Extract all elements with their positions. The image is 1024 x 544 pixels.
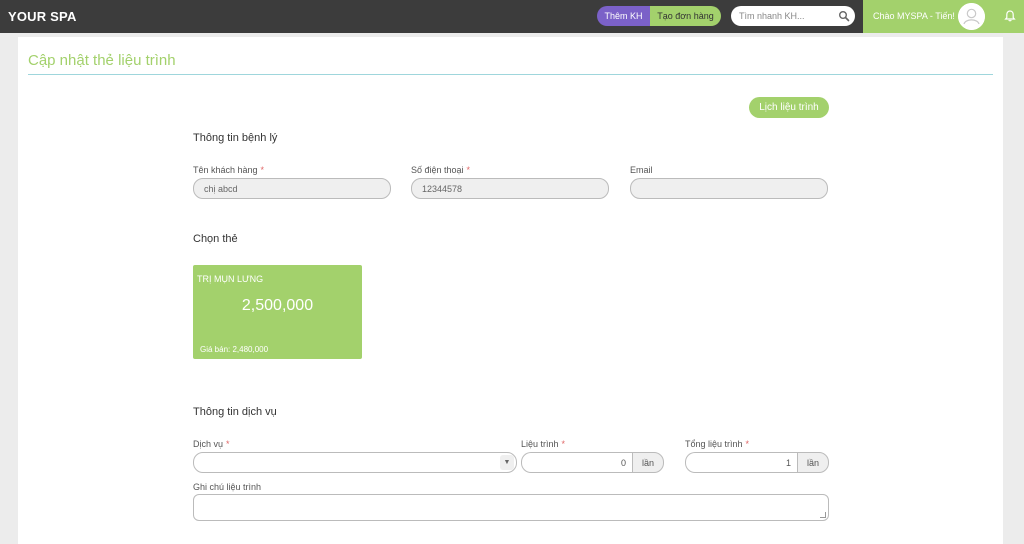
user-menu[interactable]: Chào MYSPA - Tiến! — [863, 0, 1024, 33]
required-mark: * — [745, 439, 750, 449]
email-label: Email — [630, 165, 653, 175]
page-title: Cập nhật thẻ liệu trình — [28, 52, 176, 69]
total-sessions-input-group: 1 lần — [685, 452, 829, 473]
main-panel: Cập nhật thẻ liệu trình Lịch liệu trình … — [18, 37, 1003, 544]
therapy-card[interactable]: TRỊ MỤN LƯNG 2,500,000 Giá bán: 2,480,00… — [193, 265, 362, 359]
therapy-card-sale-price: Giá bán: 2,480,000 — [200, 345, 269, 354]
sessions-unit: lần — [632, 452, 664, 473]
caret-down-icon[interactable]: ▼ — [500, 455, 514, 470]
service-label: Dịch vụ * — [193, 439, 230, 449]
customer-name-field[interactable]: chị abcd — [193, 178, 391, 199]
title-divider — [28, 74, 993, 75]
therapy-card-price: 2,500,000 — [241, 297, 314, 314]
total-sessions-input[interactable]: 1 — [685, 452, 797, 473]
phone-field[interactable]: 12344578 — [411, 178, 609, 199]
treatment-history-button[interactable]: Lịch liệu trình — [749, 97, 829, 118]
search-icon[interactable] — [838, 10, 850, 22]
patient-info-heading: Thông tin bệnh lý — [193, 132, 278, 144]
add-customer-button[interactable]: Thêm KH — [597, 6, 650, 26]
create-order-button[interactable]: Tạo đơn hàng — [650, 6, 721, 26]
sessions-input-group: 0 lần — [521, 452, 664, 473]
phone-value: 12344578 — [422, 183, 463, 194]
note-textarea[interactable] — [193, 494, 829, 521]
bell-icon[interactable] — [1003, 9, 1017, 23]
customer-name-label: Tên khách hàng * — [193, 165, 265, 175]
sessions-input[interactable]: 0 — [521, 452, 632, 473]
quick-search — [731, 6, 855, 26]
phone-label: Số điện thoại * — [411, 165, 471, 175]
card-select-heading: Chọn thẻ — [193, 233, 238, 245]
sessions-label: Liệu trình * — [521, 439, 566, 449]
required-mark: * — [466, 165, 471, 175]
total-sessions-label: Tổng liệu trình * — [685, 439, 750, 449]
brand-logo[interactable]: YOUR SPA — [8, 9, 77, 24]
user-avatar-icon[interactable] — [958, 3, 985, 30]
resize-handle-icon[interactable] — [820, 512, 826, 518]
service-info-heading: Thông tin dịch vụ — [193, 406, 277, 418]
email-field[interactable] — [630, 178, 828, 199]
service-select[interactable]: ▼ — [193, 452, 517, 473]
required-mark: * — [226, 439, 230, 449]
therapy-card-name: TRỊ MỤN LƯNG — [197, 274, 264, 284]
required-mark: * — [260, 165, 265, 175]
quick-action-group: Thêm KH Tạo đơn hàng — [597, 6, 721, 26]
customer-search-input[interactable] — [739, 9, 835, 23]
user-greeting[interactable]: Chào MYSPA - Tiến! — [873, 11, 955, 21]
required-mark: * — [561, 439, 566, 449]
note-label: Ghi chú liệu trình — [193, 482, 262, 492]
customer-name-value: chị abcd — [204, 183, 238, 194]
top-navbar: YOUR SPA Thêm KH Tạo đơn hàng Chào MYSPA… — [0, 0, 1024, 33]
total-sessions-unit: lần — [797, 452, 829, 473]
